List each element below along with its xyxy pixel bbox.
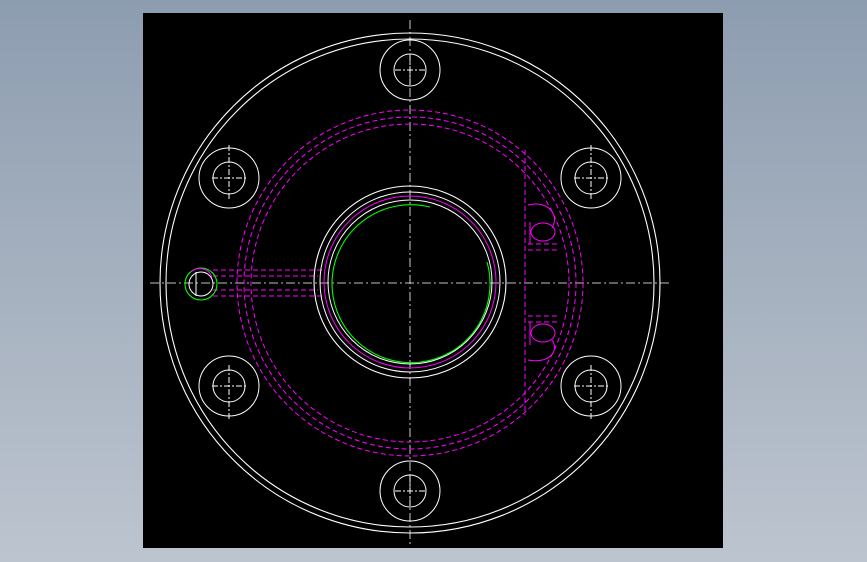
- bolt-hole-upper-right: [560, 145, 622, 209]
- bolt-hole-lower-left: [198, 355, 260, 420]
- port-fitting: [188, 271, 214, 297]
- slot-upper: [527, 203, 560, 251]
- bolt-hole-lower-right: [560, 355, 622, 420]
- flange-drawing: [150, 20, 672, 545]
- side-port: [184, 267, 322, 301]
- cad-viewport[interactable]: [143, 13, 723, 548]
- right-slots: [524, 150, 560, 415]
- port-fitting-outer: [184, 267, 218, 301]
- bolt-hole-upper-left: [198, 145, 260, 209]
- slot-lower: [527, 315, 560, 362]
- centerlines: [150, 20, 672, 545]
- bore-thread-arc: [331, 204, 491, 364]
